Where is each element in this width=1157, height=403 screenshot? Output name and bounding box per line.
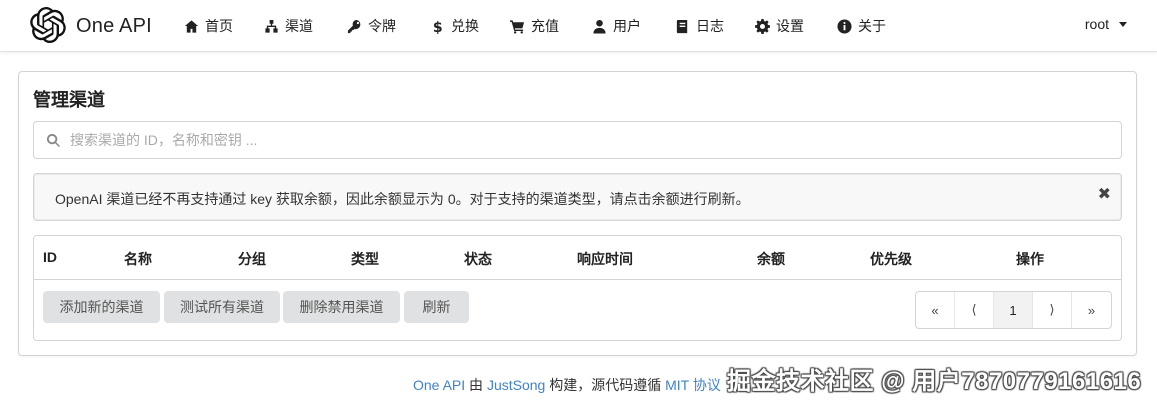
openai-logo-icon xyxy=(30,6,66,46)
nav-item-redeem[interactable]: $ 兑换 xyxy=(429,16,479,36)
svg-text:$: $ xyxy=(432,20,442,34)
search-box xyxy=(33,121,1122,159)
column-header-balance[interactable]: 余额 xyxy=(757,249,785,269)
nav-item-topup[interactable]: 充值 xyxy=(509,16,559,36)
column-header-priority[interactable]: 优先级 xyxy=(870,249,912,269)
table-header: ID 名称 分组 类型 状态 响应时间 余额 优先级 操作 xyxy=(34,236,1121,280)
column-header-type[interactable]: 类型 xyxy=(351,249,379,269)
brand-link[interactable]: One API xyxy=(30,6,152,46)
column-header-response-time[interactable]: 响应时间 xyxy=(577,249,633,269)
column-header-actions[interactable]: 操作 xyxy=(1016,249,1044,269)
column-header-name[interactable]: 名称 xyxy=(124,249,152,269)
user-name: root xyxy=(1084,16,1109,32)
info-icon xyxy=(836,18,852,34)
cart-icon xyxy=(509,18,525,34)
nav-item-label: 首页 xyxy=(205,18,233,34)
footer-project-link[interactable]: One API xyxy=(413,377,465,393)
dollar-icon: $ xyxy=(429,18,445,34)
nav-item-label: 用户 xyxy=(613,18,641,34)
last-page-button[interactable]: » xyxy=(1072,292,1111,328)
channel-management-card: 管理渠道 OpenAI 渠道已经不再支持通过 key 获取余额，因此余额显示为 … xyxy=(18,71,1137,356)
nav-item-users[interactable]: 用户 xyxy=(591,16,641,36)
column-header-group[interactable]: 分组 xyxy=(238,249,266,269)
search-icon xyxy=(46,133,60,147)
nav-item-label: 关于 xyxy=(858,18,886,34)
column-header-id[interactable]: ID xyxy=(43,249,57,265)
brand-name: One API xyxy=(76,14,152,37)
nav-item-channels[interactable]: 渠道 xyxy=(263,16,313,36)
next-page-button[interactable]: ⟩ xyxy=(1033,292,1072,328)
pagination: « ⟨ 1 ⟩ » xyxy=(915,291,1112,329)
add-channel-button[interactable]: 添加新的渠道 xyxy=(43,291,160,323)
page-1-button[interactable]: 1 xyxy=(994,292,1033,328)
channels-table: ID 名称 分组 类型 状态 响应时间 余额 优先级 操作 添加新的渠道 测试所… xyxy=(33,235,1122,341)
nav-item-tokens[interactable]: 令牌 xyxy=(346,16,396,36)
nav-item-label: 日志 xyxy=(696,18,724,34)
nav-item-settings[interactable]: 设置 xyxy=(754,16,804,36)
first-page-button[interactable]: « xyxy=(916,292,955,328)
nav-item-label: 充值 xyxy=(531,18,559,34)
search-input[interactable] xyxy=(70,128,1110,152)
refresh-button[interactable]: 刷新 xyxy=(404,291,469,323)
home-icon xyxy=(183,18,199,34)
column-header-status[interactable]: 状态 xyxy=(464,249,492,269)
nav-item-about[interactable]: 关于 xyxy=(836,16,886,36)
key-icon xyxy=(346,18,362,34)
nav-item-home[interactable]: 首页 xyxy=(183,16,233,36)
top-navbar: One API 首页 渠道 令牌 $ 兑换 充值 用户 日志 设置 关于 roo… xyxy=(0,0,1157,52)
nav-item-logs[interactable]: 日志 xyxy=(674,16,724,36)
gear-icon xyxy=(754,18,770,34)
footer-agreement-link[interactable]: 协议 xyxy=(693,377,721,393)
test-all-channels-button[interactable]: 测试所有渠道 xyxy=(164,291,280,323)
info-message-text: OpenAI 渠道已经不再支持通过 key 获取余额，因此余额显示为 0。对于支… xyxy=(55,191,750,207)
nav-item-label: 渠道 xyxy=(285,18,313,34)
watermark: 掘金技术社区 @ 用户7870779161616 xyxy=(727,368,1142,395)
footer-author-link[interactable]: JustSong xyxy=(487,377,545,393)
prev-page-button[interactable]: ⟨ xyxy=(955,292,994,328)
footer-text-by: 由 xyxy=(469,377,484,393)
sitemap-icon xyxy=(263,18,279,34)
nav-item-label: 令牌 xyxy=(368,18,396,34)
footer-text-built: 构建，源代码遵循 xyxy=(549,377,662,393)
delete-disabled-channels-button[interactable]: 删除禁用渠道 xyxy=(283,291,400,323)
footer-license-link[interactable]: MIT xyxy=(665,377,689,393)
user-dropdown[interactable]: root xyxy=(1085,16,1127,32)
page-title: 管理渠道 xyxy=(33,90,105,110)
nav-item-label: 兑换 xyxy=(451,18,479,34)
caret-down-icon xyxy=(1119,21,1127,27)
info-message: OpenAI 渠道已经不再支持通过 key 获取余额，因此余额显示为 0。对于支… xyxy=(33,173,1122,221)
close-icon[interactable]: ✖ xyxy=(1098,187,1111,203)
user-icon xyxy=(591,18,607,34)
nav-item-label: 设置 xyxy=(776,18,804,34)
book-icon xyxy=(674,18,690,34)
footer: One API 由 JustSong 构建，源代码遵循 MIT 协议 xyxy=(413,375,721,395)
